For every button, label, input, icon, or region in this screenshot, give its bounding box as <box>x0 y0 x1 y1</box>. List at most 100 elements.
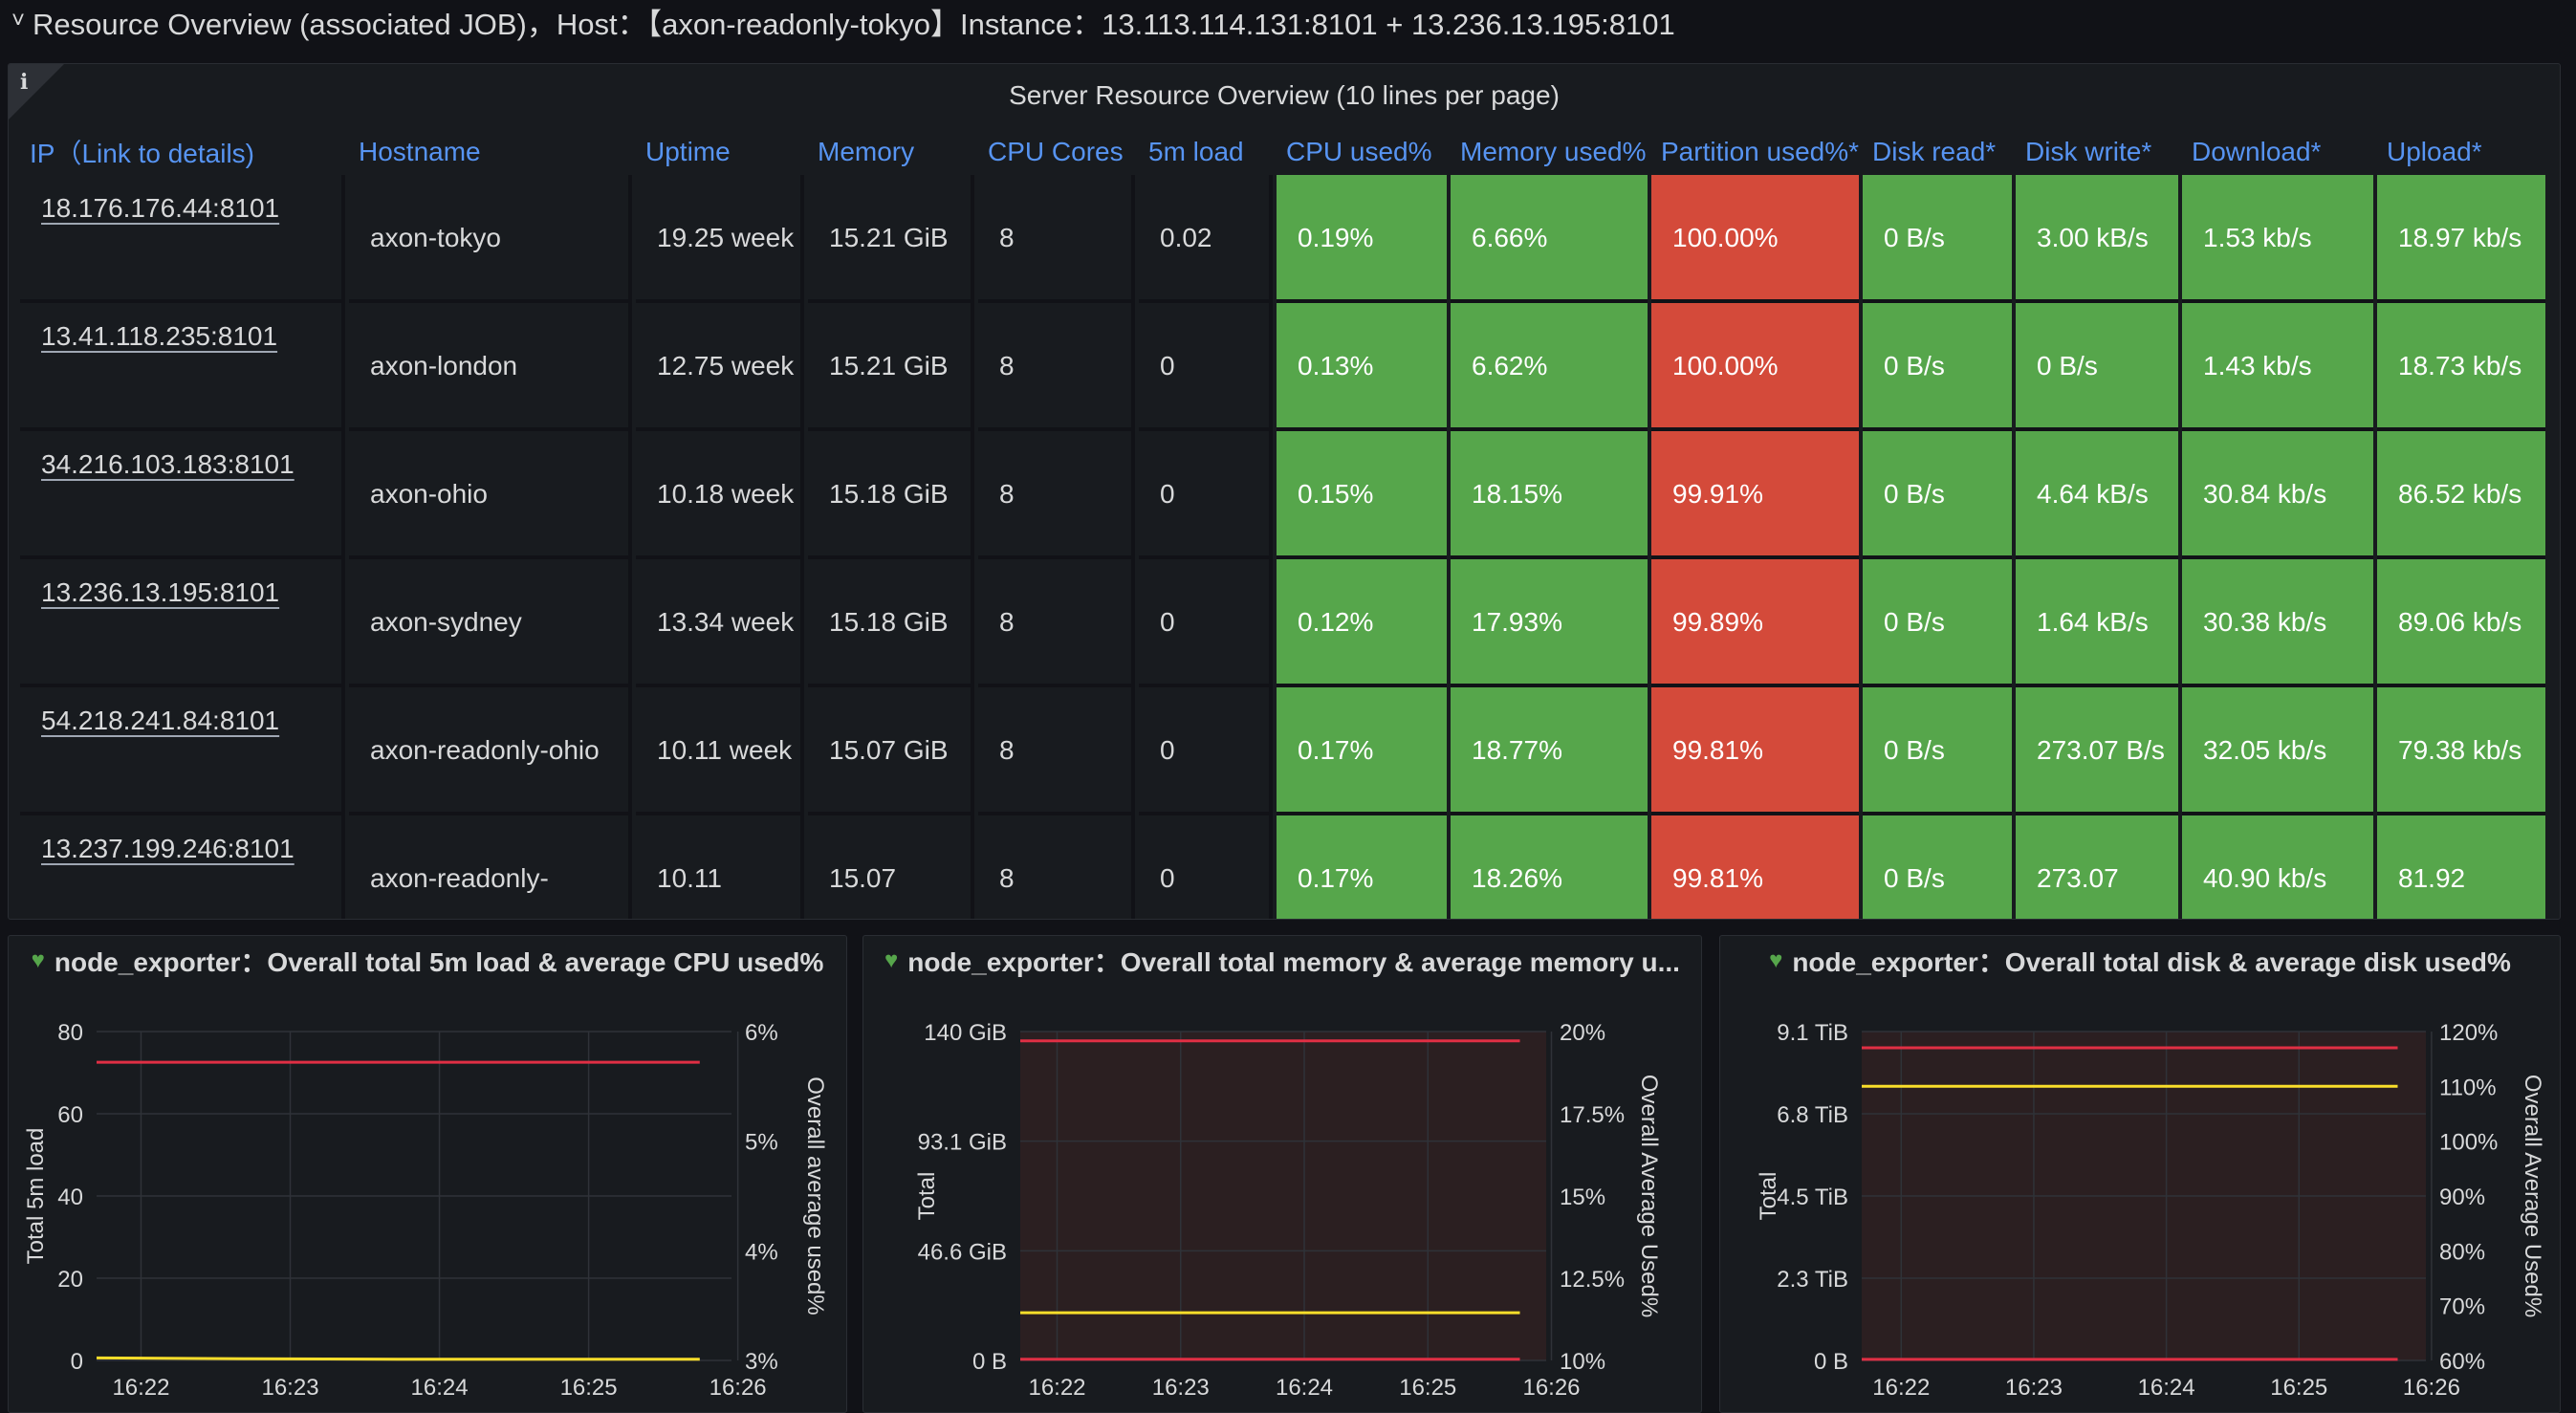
cell-5m-load: 0 <box>1139 431 1273 559</box>
cell-memory: 15.21 GiB <box>808 303 974 431</box>
cell-memory: 15.18 GiB <box>808 559 974 687</box>
col-memory-used-header[interactable]: Memory used% <box>1451 129 1648 175</box>
cell-cpu-used: 0.13% <box>1277 303 1447 431</box>
col-uptime-header[interactable]: Uptime <box>636 129 804 175</box>
cell-cpu-used: 0.17% <box>1277 687 1447 815</box>
cell-memory: 15.07 GiB <box>808 687 974 815</box>
x-tick-label: 16:25 <box>1399 1375 1456 1401</box>
memory-chart-panel: ♥ node_exporter：Overall total memory & a… <box>862 935 1702 1413</box>
y-tick-label: 2.3 TiB <box>1777 1267 1848 1293</box>
x-tick-label: 16:24 <box>2138 1375 2195 1401</box>
y-axis-label: Total <box>1756 1172 1781 1221</box>
ip-link[interactable]: 13.237.199.246:8101 <box>41 834 295 863</box>
cell-upload: 89.06 kb/s <box>2377 559 2546 687</box>
col-download-header[interactable]: Download* <box>2182 129 2373 175</box>
cell-disk-read: 0 B/s <box>1863 303 2013 431</box>
x-tick-label: 16:24 <box>411 1375 469 1401</box>
cell-hostname: axon-readonly-ohio <box>349 687 632 815</box>
chevron-down-icon[interactable]: ˅ <box>4 8 33 34</box>
ip-link[interactable]: 54.218.241.84:8101 <box>41 706 279 735</box>
cell-uptime: 12.75 week <box>636 303 804 431</box>
col-5m-load-header[interactable]: 5m load <box>1139 129 1273 175</box>
cell-partition-used: 99.81% <box>1651 815 1860 919</box>
cell-5m-load: 0.02 <box>1139 175 1273 303</box>
col-partition-used-header[interactable]: Partition used%* <box>1651 129 1859 175</box>
cell-partition-used: 99.89% <box>1651 559 1860 687</box>
y-tick-label: 93.1 GiB <box>918 1130 1007 1156</box>
y2-tick-label: 100% <box>2439 1130 2498 1156</box>
cell-memory-used: 18.26% <box>1451 815 1648 919</box>
y-axis-label: Total <box>914 1172 940 1221</box>
cell-5m-load: 0 <box>1139 815 1273 919</box>
y2-tick-label: 10% <box>1560 1349 1605 1375</box>
cell-disk-write: 1.64 kB/s <box>2016 559 2179 687</box>
cell-upload: 79.38 kb/s <box>2377 687 2546 815</box>
y2-axis-label: Overall Average Used% <box>2520 1075 2545 1317</box>
col-disk-read-header[interactable]: Disk read* <box>1863 129 2012 175</box>
cell-download: 40.90 kb/s <box>2182 815 2374 919</box>
resource-table: IP（Link to details) Hostname Uptime Memory C… <box>16 129 2549 919</box>
cell-memory: 15.07 <box>808 815 974 919</box>
cell-disk-write: 3.00 kB/s <box>2016 175 2179 303</box>
y2-tick-label: 3% <box>745 1349 778 1375</box>
col-ip-header[interactable]: IP（Link to details) <box>20 129 345 175</box>
cell-uptime: 13.34 week <box>636 559 804 687</box>
col-upload-header[interactable]: Upload* <box>2377 129 2545 175</box>
cell-memory-used: 6.62% <box>1451 303 1648 431</box>
ip-link[interactable]: 34.216.103.183:8101 <box>41 449 295 479</box>
x-tick-label: 16:23 <box>261 1375 318 1401</box>
cell-disk-read: 0 B/s <box>1863 175 2013 303</box>
cell-cpu-cores: 8 <box>978 175 1135 303</box>
cell-disk-write: 4.64 kB/s <box>2016 431 2179 559</box>
cell-disk-write: 0 B/s <box>2016 303 2179 431</box>
y-tick-label: 46.6 GiB <box>918 1239 1007 1265</box>
y2-tick-label: 80% <box>2439 1239 2485 1265</box>
col-disk-write-header[interactable]: Disk write* <box>2016 129 2178 175</box>
ip-link[interactable]: 13.41.118.235:8101 <box>41 321 277 351</box>
cell-download: 30.84 kb/s <box>2182 431 2374 559</box>
disk-chart: 9.1 TiB 6.8 TiB 4.5 TiB 2.3 TiB 0 B 120% 110% 1… <box>1756 1020 2545 1401</box>
cell-cpu-cores: 8 <box>978 815 1135 919</box>
panel-title[interactable]: Server Resource Overview (10 lines per p… <box>9 64 2560 127</box>
cell-uptime: 10.11 week <box>636 687 804 815</box>
y-tick-label: 20 <box>57 1267 83 1293</box>
y-axis-label: Total 5m load <box>23 1128 49 1265</box>
table-row: 34.216.103.183:8101 axon-ohio 10.18 week 15… <box>20 431 2546 559</box>
cell-download: 32.05 kb/s <box>2182 687 2374 815</box>
series-line <box>96 1356 700 1361</box>
cell-hostname: axon-tokyo <box>349 175 632 303</box>
row-title: Resource Overview (associated JOB)，Host：… <box>33 7 1675 41</box>
cell-disk-read: 0 B/s <box>1863 687 2013 815</box>
cell-memory-used: 18.77% <box>1451 687 1648 815</box>
y-tick-label: 6.8 TiB <box>1777 1102 1848 1128</box>
x-tick-label: 16:23 <box>2005 1375 2063 1401</box>
x-tick-label: 16:26 <box>2403 1375 2460 1401</box>
ip-link[interactable]: 13.236.13.195:8101 <box>41 577 279 607</box>
y2-tick-label: 70% <box>2439 1294 2485 1320</box>
cell-hostname: axon-london <box>349 303 632 431</box>
col-hostname-header[interactable]: Hostname <box>349 129 632 175</box>
cell-5m-load: 0 <box>1139 559 1273 687</box>
cell-ip: 54.218.241.84:8101 <box>20 687 345 815</box>
load-cpu-chart-panel: ♥ node_exporter：Overall total 5m load & … <box>8 935 847 1413</box>
row-header[interactable]: ˅ Resource Overview (associated JOB)，Hos… <box>0 0 2576 42</box>
col-cpu-cores-header[interactable]: CPU Cores <box>978 129 1135 175</box>
y-tick-label: 0 B <box>1814 1349 1848 1375</box>
y-tick-label: 4.5 TiB <box>1777 1185 1848 1210</box>
y-tick-label: 0 <box>71 1349 83 1375</box>
ip-link[interactable]: 18.176.176.44:8101 <box>41 193 279 223</box>
cell-upload: 86.52 kb/s <box>2377 431 2546 559</box>
cell-5m-load: 0 <box>1139 687 1273 815</box>
load-cpu-chart: 80 60 40 20 0 6% 5% 4% 3% 16:22 16:23 16:24 16:25 16:… <box>23 1020 828 1401</box>
x-tick-label: 16:22 <box>1028 1375 1085 1401</box>
memory-chart: 140 GiB 93.1 GiB 46.6 GiB 0 B 20% 17.5% 15% 12.… <box>914 1020 1662 1401</box>
x-tick-label: 16:26 <box>1522 1375 1580 1401</box>
y-tick-label: 9.1 TiB <box>1777 1020 1848 1046</box>
cell-partition-used: 99.91% <box>1651 431 1860 559</box>
col-memory-header[interactable]: Memory <box>808 129 974 175</box>
col-cpu-used-header[interactable]: CPU used% <box>1277 129 1447 175</box>
cell-memory-used: 17.93% <box>1451 559 1648 687</box>
cell-ip: 34.216.103.183:8101 <box>20 431 345 559</box>
y2-tick-label: 17.5% <box>1560 1102 1625 1128</box>
y2-tick-label: 15% <box>1560 1185 1605 1210</box>
